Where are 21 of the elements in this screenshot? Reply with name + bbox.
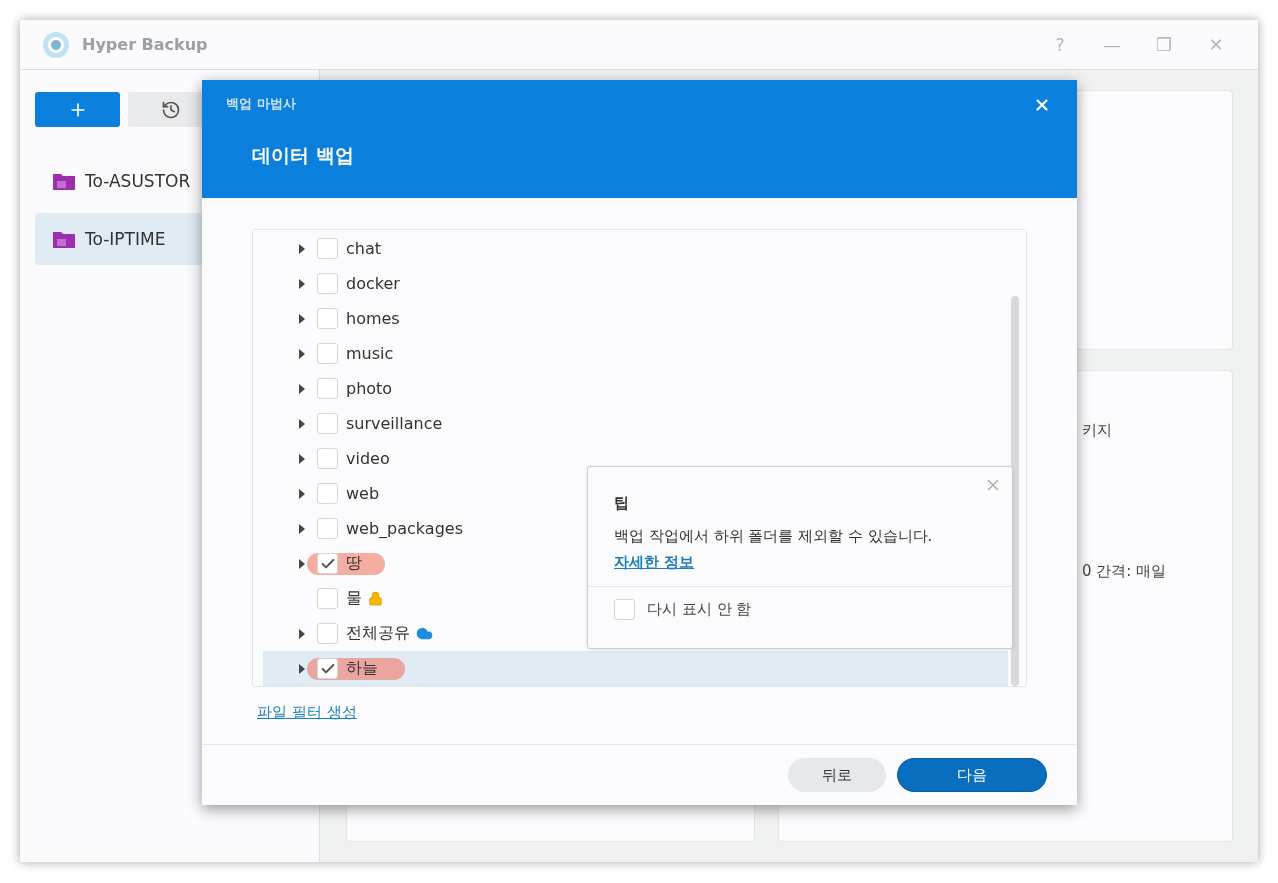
dialog-title: 백업 마법사	[226, 95, 296, 113]
folder-name: 전체공유	[346, 623, 410, 644]
folder-name: 물	[346, 588, 362, 609]
dialog-heading: 데이터 백업	[252, 143, 354, 168]
folder-name: web_packages	[346, 519, 463, 538]
checkbox-label: 다시 표시 안 함	[647, 600, 752, 619]
folder-name: web	[346, 484, 380, 503]
folder-name: chat	[346, 239, 381, 258]
folder-name: homes	[346, 309, 400, 328]
tip-text: 백업 작업에서 하위 폴더를 제외할 수 있습니다. 자세한 정보	[614, 526, 934, 573]
tip-title: 팁	[614, 494, 630, 513]
window-title: Hyper Backup	[82, 35, 209, 54]
folder-name: 하늘	[346, 658, 378, 679]
folder-name: surveillance	[346, 414, 443, 433]
folder-name: music	[346, 344, 394, 363]
folder-name: 땅	[346, 553, 362, 574]
info-text: 0 간격: 매일	[1082, 562, 1167, 581]
info-text: 키지	[1082, 421, 1112, 440]
folder-name: photo	[346, 379, 393, 398]
folder-name: video	[346, 449, 390, 468]
folder-name: docker	[346, 274, 400, 293]
